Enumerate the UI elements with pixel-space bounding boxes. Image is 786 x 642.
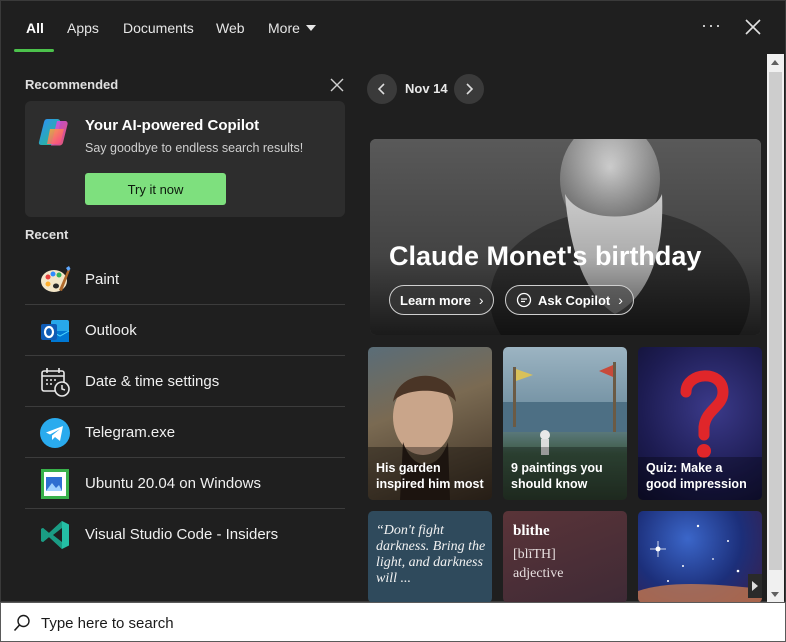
quote-text: “Don't fight darkness. Bring the light, … bbox=[376, 523, 486, 586]
tab-apps[interactable]: Apps bbox=[67, 20, 99, 36]
next-day-button[interactable] bbox=[454, 74, 484, 104]
active-tab-indicator bbox=[14, 49, 54, 52]
recent-item-label: Paint bbox=[85, 271, 120, 288]
search-input[interactable] bbox=[41, 612, 741, 634]
recent-item-label: Telegram.exe bbox=[85, 424, 176, 441]
copilot-card-title: Your AI-powered Copilot bbox=[85, 117, 260, 134]
learn-more-button[interactable]: Learn more › bbox=[389, 285, 495, 315]
recent-item-date-time-settings[interactable]: Date & time settings bbox=[25, 357, 345, 407]
tab-more[interactable]: More bbox=[268, 20, 316, 36]
scroll-down-arrow-icon[interactable] bbox=[771, 592, 779, 597]
chevron-right-icon bbox=[466, 83, 474, 95]
outlook-icon bbox=[41, 320, 70, 342]
word-term: blithe bbox=[513, 523, 550, 539]
tile-caption-line2: good impression bbox=[646, 477, 747, 491]
ask-copilot-button[interactable]: Ask Copilot › bbox=[505, 285, 634, 315]
recent-item-telegram[interactable]: Telegram.exe bbox=[25, 408, 345, 458]
word-part-of-speech: adjective bbox=[513, 566, 564, 581]
copilot-card-subtitle: Say goodbye to endless search results! bbox=[85, 141, 304, 155]
tile-caption-line1: Quiz: Make a bbox=[646, 461, 723, 475]
chevron-down-icon bbox=[305, 25, 316, 31]
tile-caption-line1: 9 paintings you bbox=[511, 461, 603, 475]
copilot-promo-card: Your AI-powered Copilot Say goodbye to e… bbox=[25, 101, 345, 217]
learn-more-label: Learn more bbox=[400, 292, 471, 308]
recent-item-label: Visual Studio Code - Insiders bbox=[85, 526, 279, 543]
try-it-now-button[interactable]: Try it now bbox=[85, 173, 226, 205]
tile-night-sky[interactable] bbox=[638, 511, 762, 603]
recent-item-label: Outlook bbox=[85, 322, 137, 339]
triangle-right-icon bbox=[752, 581, 758, 591]
tile-caption: Quiz: Make a good impression bbox=[646, 460, 747, 492]
ask-copilot-label: Ask Copilot bbox=[538, 292, 611, 308]
tile-caption-line1: His garden bbox=[376, 461, 441, 475]
chat-bubble-icon bbox=[516, 292, 532, 308]
copilot-logo-icon bbox=[38, 119, 68, 146]
tile-9-paintings[interactable]: 9 paintings you should know bbox=[503, 347, 627, 500]
recent-item-label: Date & time settings bbox=[85, 373, 220, 390]
taskbar-search-box[interactable] bbox=[0, 602, 786, 642]
carousel-next-button[interactable] bbox=[748, 574, 762, 598]
search-icon bbox=[13, 614, 30, 632]
tab-more-label: More bbox=[268, 20, 300, 36]
vscode-icon bbox=[41, 521, 69, 549]
tile-quote[interactable]: “Don't fight darkness. Bring the light, … bbox=[368, 511, 492, 603]
tile-caption: 9 paintings you should know bbox=[511, 460, 603, 492]
chevron-left-icon bbox=[377, 83, 385, 95]
recent-item-label: Ubuntu 20.04 on Windows bbox=[85, 475, 261, 492]
vertical-scrollbar[interactable] bbox=[767, 54, 784, 602]
chevron-right-icon: › bbox=[478, 292, 484, 308]
tile-quiz[interactable]: Quiz: Make a good impression bbox=[638, 347, 762, 500]
chevron-right-icon: › bbox=[618, 292, 623, 308]
highlights-date: Nov 14 bbox=[405, 81, 448, 96]
dismiss-recommended-icon[interactable] bbox=[329, 77, 345, 93]
recent-item-outlook[interactable]: Outlook bbox=[25, 306, 345, 356]
telegram-icon bbox=[40, 418, 70, 448]
word-phonetic: [blīTH] bbox=[513, 547, 556, 562]
paint-icon bbox=[41, 266, 71, 292]
ubuntu-icon bbox=[41, 469, 69, 499]
tile-caption: His garden inspired him most bbox=[376, 460, 484, 492]
recent-heading: Recent bbox=[25, 227, 69, 242]
calendar-clock-icon bbox=[41, 368, 70, 397]
close-icon[interactable] bbox=[743, 17, 763, 37]
search-panel: All Apps Documents Web More ··· Recommen… bbox=[0, 0, 786, 603]
more-options-button[interactable]: ··· bbox=[701, 15, 722, 36]
tab-documents[interactable]: Documents bbox=[123, 20, 194, 36]
tab-all[interactable]: All bbox=[26, 20, 44, 36]
recent-item-vscode-insiders[interactable]: Visual Studio Code - Insiders bbox=[25, 510, 345, 560]
starry-sky-image bbox=[638, 524, 762, 603]
recommended-heading: Recommended bbox=[25, 77, 119, 92]
tile-his-garden[interactable]: His garden inspired him most bbox=[368, 347, 492, 500]
tile-caption-line2: should know bbox=[511, 477, 588, 491]
recent-item-ubuntu[interactable]: Ubuntu 20.04 on Windows bbox=[25, 459, 345, 509]
scroll-up-arrow-icon[interactable] bbox=[771, 60, 779, 65]
scrollbar-thumb[interactable] bbox=[769, 72, 782, 570]
tab-web[interactable]: Web bbox=[216, 20, 245, 36]
filter-tabs: All Apps Documents Web More ··· bbox=[1, 1, 786, 55]
hero-title: Claude Monet's birthday bbox=[389, 241, 702, 271]
tile-word-of-the-day[interactable]: blithe [blīTH] adjective bbox=[503, 511, 627, 603]
recent-item-paint[interactable]: Paint bbox=[25, 255, 345, 305]
tile-caption-line2: inspired him most bbox=[376, 477, 484, 491]
previous-day-button[interactable] bbox=[367, 74, 397, 104]
